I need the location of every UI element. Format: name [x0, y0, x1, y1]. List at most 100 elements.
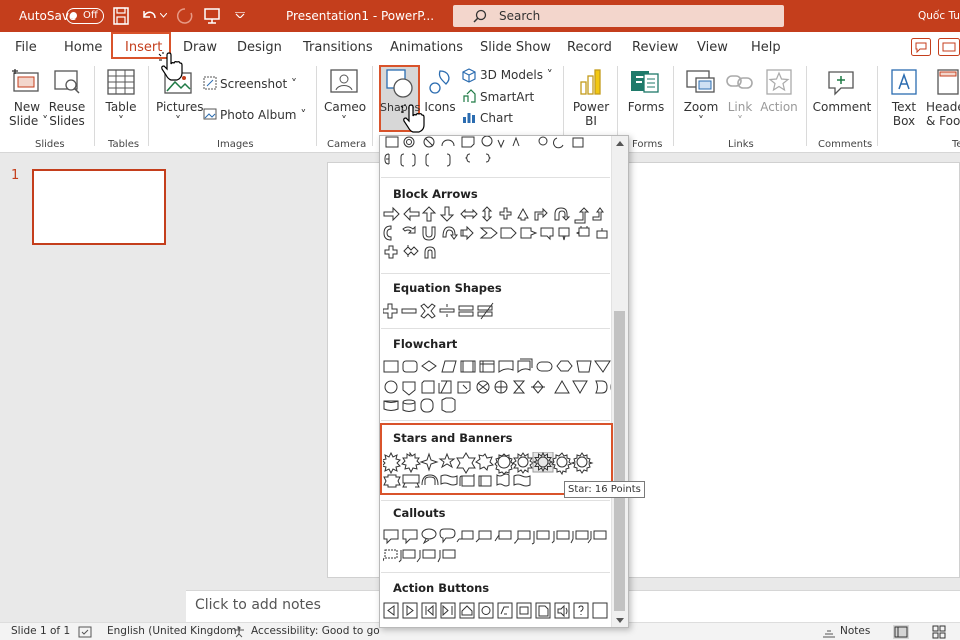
power-bi-icon[interactable]: [579, 68, 603, 96]
tab-review[interactable]: Review: [632, 40, 678, 56]
normal-view-icon[interactable]: [893, 625, 909, 639]
header-footer-button[interactable]: Heade& Foot: [926, 100, 960, 128]
title-bar: AutoSave Off Presentation1 - PowerP... S…: [0, 0, 960, 32]
screenshot-button[interactable]: Screenshot ˅: [220, 77, 297, 91]
new-slide-icon[interactable]: [12, 69, 42, 95]
reuse-slides-icon[interactable]: [53, 69, 83, 95]
link-button[interactable]: Link ˅: [722, 100, 758, 128]
scroll-down-icon[interactable]: [616, 618, 624, 623]
slide-number: 1: [11, 168, 20, 183]
tab-home[interactable]: Home: [64, 40, 102, 56]
scroll-up-icon[interactable]: [616, 141, 624, 146]
ribbon-separator: [617, 66, 618, 146]
reuse-slides-label-1: Reuse: [48, 100, 86, 114]
search-box[interactable]: Search: [453, 5, 784, 27]
header-footer-label-2: & Foot: [926, 114, 960, 128]
accessibility-status[interactable]: Accessibility: Good to go: [251, 625, 380, 637]
basic-shapes-row[interactable]: [383, 136, 611, 172]
screenshot-icon[interactable]: [203, 76, 217, 90]
forms-button[interactable]: Forms: [626, 100, 666, 114]
block-arrows-shapes[interactable]: [383, 206, 611, 266]
reuse-slides-button[interactable]: Reuse Slides: [48, 100, 86, 128]
zoom-dropdown-label: ˅: [698, 114, 704, 128]
hand-cursor-icon: [158, 52, 183, 81]
text-box-icon[interactable]: [890, 68, 918, 96]
tab-record[interactable]: Record: [567, 40, 612, 56]
chart-button[interactable]: Chart: [480, 111, 513, 125]
tab-slide-show[interactable]: Slide Show: [480, 40, 551, 56]
text-box-label-2: Box: [892, 114, 916, 128]
new-slide-button[interactable]: New Slide ˅: [9, 100, 48, 128]
icons-icon[interactable]: [426, 68, 454, 96]
comment-button[interactable]: Comment: [812, 100, 872, 114]
save-icon[interactable]: [113, 7, 129, 25]
present-mode-icon[interactable]: [938, 38, 960, 56]
section-callouts: Callouts: [393, 506, 446, 520]
tab-draw[interactable]: Draw: [183, 40, 217, 56]
action-button[interactable]: Action: [760, 100, 798, 114]
text-box-button[interactable]: Text Box: [886, 100, 922, 128]
link-icon[interactable]: [726, 70, 754, 94]
forms-icon[interactable]: [630, 68, 660, 96]
cameo-icon[interactable]: [330, 69, 360, 95]
undo-icon[interactable]: [140, 7, 158, 25]
tab-design[interactable]: Design: [237, 40, 282, 56]
autosave-toggle[interactable]: Off: [66, 8, 104, 24]
action-buttons-shapes[interactable]: [383, 602, 611, 622]
tab-transitions[interactable]: Transitions: [303, 40, 373, 56]
section-divider: [381, 500, 610, 501]
photo-album-button[interactable]: Photo Album ˅: [220, 108, 306, 122]
scrollbar-thumb[interactable]: [614, 311, 625, 611]
ribbon-separator: [316, 66, 317, 146]
chart-icon[interactable]: [462, 110, 476, 124]
language-indicator[interactable]: English (United Kingdom): [107, 625, 241, 637]
group-label-camera: Camera: [327, 139, 367, 150]
undo-dropdown-icon[interactable]: [160, 13, 167, 18]
section-block-arrows: Block Arrows: [393, 187, 478, 201]
pictures-label: Pictures: [156, 100, 204, 114]
customize-toolbar-icon[interactable]: [235, 12, 245, 18]
flowchart-shapes[interactable]: [383, 358, 611, 418]
action-icon[interactable]: [766, 69, 792, 95]
spelling-check-icon[interactable]: [78, 626, 92, 638]
link-label: Link: [727, 100, 753, 114]
power-bi-label-1: Power: [572, 100, 610, 114]
smartart-button[interactable]: SmartArt: [480, 90, 534, 104]
group-label-tables: Tables: [108, 139, 140, 150]
ribbon-separator: [673, 66, 674, 146]
zoom-button[interactable]: Zoom ˅: [682, 100, 720, 128]
tab-file[interactable]: File: [15, 40, 37, 56]
notes-toggle[interactable]: Notes: [840, 625, 870, 637]
tab-help[interactable]: Help: [751, 40, 781, 56]
table-button[interactable]: Table ˅: [104, 100, 138, 128]
comments-pane-icon[interactable]: [911, 38, 931, 56]
header-footer-label-1: Heade: [926, 100, 960, 114]
smartart-icon[interactable]: [462, 89, 476, 104]
cameo-dropdown-label: ˅: [341, 114, 347, 128]
user-name[interactable]: Quốc Tuấ: [918, 9, 960, 23]
photo-album-icon[interactable]: [203, 107, 217, 121]
link-dropdown-label: ˅: [737, 114, 743, 128]
cameo-button[interactable]: Cameo ˅: [324, 100, 366, 128]
notes-icon[interactable]: [822, 626, 836, 638]
search-icon: [473, 9, 487, 23]
zoom-icon[interactable]: [686, 69, 716, 95]
3d-models-icon[interactable]: [462, 68, 476, 83]
slide-thumbnail[interactable]: [32, 169, 166, 245]
redo-icon[interactable]: [176, 7, 194, 25]
equation-shapes[interactable]: [383, 302, 611, 322]
callouts-shapes[interactable]: [383, 527, 611, 565]
accessibility-icon[interactable]: [233, 626, 247, 638]
slide-sorter-icon[interactable]: [931, 625, 947, 639]
ribbon-separator: [563, 66, 564, 146]
header-footer-icon[interactable]: [936, 68, 960, 96]
pictures-button[interactable]: Pictures ˅: [156, 100, 204, 128]
3d-models-button[interactable]: 3D Models ˅: [480, 68, 553, 82]
power-bi-button[interactable]: Power BI: [572, 100, 610, 128]
present-icon[interactable]: [203, 7, 221, 25]
table-icon[interactable]: [107, 69, 135, 95]
group-label-links: Links: [728, 139, 754, 150]
comment-icon[interactable]: [827, 68, 855, 96]
tab-view[interactable]: View: [697, 40, 728, 56]
tab-animations[interactable]: Animations: [390, 40, 463, 56]
